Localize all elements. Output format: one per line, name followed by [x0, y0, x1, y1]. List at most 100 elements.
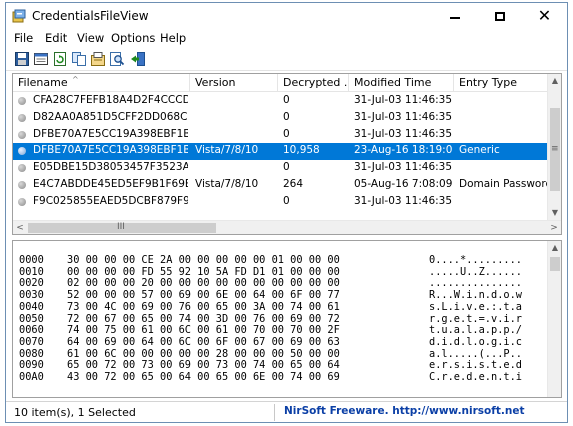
cell-modified-time: 31-Jul-03 11:46:35	[354, 127, 452, 140]
cell-modified-time: 31-Jul-03 11:46:35	[354, 94, 452, 106]
cell-modified-time: 31-Jul-03 11:46:35	[354, 110, 452, 123]
cell-decrypted-size: 0	[283, 161, 290, 174]
app-icon	[12, 9, 26, 23]
column-header-modified-time[interactable]: Modified Time	[349, 74, 454, 92]
cell-modified-time: 05-Aug-16 7:08:09	[354, 178, 452, 190]
table-row[interactable]: DFBE70A7E5CC19A398EBF1B96... Vista/7/8/10…	[13, 143, 549, 161]
column-header-filename[interactable]: Filename ^	[13, 74, 190, 92]
hex-ascii: d.i.d.l.o.g.i.c	[429, 335, 522, 348]
list-horizontal-scrollbar[interactable]: < III >	[13, 220, 561, 234]
cell-filename: DFBE70A7E5CC19A398EBF1B96...	[33, 144, 188, 157]
hex-ascii: 0....*.........	[429, 254, 522, 266]
hex-bytes: 73 00 4C 00 69 00 76 00 65 00 3A 00 74 0…	[67, 300, 340, 313]
hex-ascii: C.r.e.d.e.n.t.i	[429, 371, 522, 383]
scroll-up-arrow-icon[interactable]: ▲	[548, 74, 561, 88]
cell-filename: DFBE70A7E5CC19A398EBF1B96...	[33, 127, 188, 140]
table-row[interactable]: E05DBE15D38053457F3523A375... 0 31-Jul-03 …	[13, 160, 549, 177]
cell-decrypted-size: 0	[283, 110, 290, 123]
refresh-icon[interactable]	[52, 51, 68, 67]
credential-bullet-icon	[18, 147, 26, 156]
column-label-filename: Filename	[18, 76, 68, 89]
hex-line: 0000 30 00 00 00 CE 2A 00 00 00 00 00 01 …	[19, 254, 539, 267]
credential-bullet-icon	[18, 164, 26, 173]
maximize-button[interactable]	[477, 3, 522, 29]
cell-modified-time: 23-Aug-16 18:19:03	[354, 144, 452, 157]
column-header-entry-type[interactable]: Entry Type	[454, 74, 549, 92]
column-header-version[interactable]: Version	[190, 74, 278, 92]
hex-line: 00A0 43 00 72 00 65 00 64 00 65 00 6E 00 …	[19, 371, 539, 384]
maximize-icon	[494, 11, 505, 21]
table-row[interactable]: F9C025855EAED5DCBF879F977... 0 31-Jul-03 1…	[13, 194, 549, 211]
cell-decrypted-size: 264	[283, 178, 304, 190]
horizontal-scroll-grip-icon: III	[117, 222, 125, 232]
menu-help[interactable]: Help	[160, 31, 186, 45]
hex-offset: 0040	[19, 300, 44, 313]
menu-file[interactable]: File	[14, 31, 33, 45]
properties-icon[interactable]	[90, 51, 106, 67]
credential-bullet-icon	[18, 113, 26, 122]
html-report-icon[interactable]	[33, 51, 49, 67]
hex-bytes: 64 00 69 00 64 00 6C 00 6F 00 67 00 69 0…	[67, 335, 340, 348]
scroll-right-arrow-icon[interactable]: >	[547, 221, 561, 234]
cell-filename: E05DBE15D38053457F3523A375...	[33, 161, 188, 174]
table-row[interactable]: E4C7ABDDE45ED5EF9B1F69E69... Vista/7/8/10…	[13, 177, 549, 194]
hex-line: 0040 73 00 4C 00 69 00 76 00 65 00 3A 00 …	[19, 300, 539, 314]
status-item-count: 10 item(s), 1 Selected	[14, 406, 136, 419]
save-icon[interactable]	[14, 51, 30, 67]
cell-filename: E4C7ABDDE45ED5EF9B1F69E69...	[33, 178, 188, 190]
scroll-down-arrow-icon[interactable]: ▼	[548, 206, 561, 220]
credential-bullet-icon	[18, 181, 26, 189]
window-title: CredentialsFileView	[32, 9, 149, 23]
title-bar[interactable]: CredentialsFileView ✕	[6, 3, 567, 29]
hex-scroll-up-arrow-icon[interactable]: ▲	[548, 241, 561, 255]
cell-decrypted-size: 0	[283, 94, 290, 106]
menu-edit[interactable]: Edit	[45, 31, 67, 45]
hex-bytes: 43 00 72 00 65 00 64 00 65 00 6E 00 74 0…	[67, 371, 340, 383]
hex-dump-pane[interactable]: 0000 30 00 00 00 CE 2A 00 00 00 00 00 01 …	[12, 240, 562, 398]
sort-ascending-icon: ^	[72, 75, 79, 84]
menu-view[interactable]: View	[77, 31, 104, 45]
status-bar: 10 item(s), 1 Selected NirSoft Freeware.…	[6, 401, 567, 422]
hex-offset: 00A0	[19, 371, 44, 383]
cell-decrypted-size: 0	[283, 127, 290, 140]
exit-icon[interactable]	[130, 51, 146, 67]
hex-line: 0070 64 00 69 00 64 00 6C 00 6F 00 67 00 …	[19, 335, 539, 349]
app-window: CredentialsFileView ✕ File Edit View Opt…	[5, 2, 568, 423]
column-header-decrypted-size[interactable]: Decrypted ...	[278, 74, 349, 92]
scroll-grip-icon: ≡	[551, 144, 559, 154]
list-vertical-scrollbar[interactable]: ▲ ≡ ▼	[547, 74, 561, 220]
hex-scroll-thumb[interactable]	[550, 257, 560, 271]
credentials-list[interactable]: Filename ^ Version Decrypted ... Modifie…	[12, 73, 562, 235]
status-divider	[274, 404, 275, 421]
cell-modified-time: 31-Jul-03 11:46:35	[354, 194, 452, 207]
cell-decrypted-size: 10,958	[283, 144, 320, 157]
hex-ascii: s.L.i.v.e.:.t.a	[429, 300, 522, 313]
credential-bullet-icon	[18, 197, 26, 206]
credential-bullet-icon	[18, 97, 26, 105]
nirsoft-link[interactable]: NirSoft Freeware. http://www.nirsoft.net	[284, 405, 524, 417]
close-button[interactable]: ✕	[522, 3, 567, 29]
hex-vertical-scrollbar[interactable]: ▲	[547, 241, 561, 397]
hex-offset: 0070	[19, 335, 44, 348]
toolbar	[6, 47, 567, 71]
table-row[interactable]: CFA28C7FEFB18A4D2F4CCCD8... 0 31-Jul-03 11…	[13, 93, 549, 110]
hex-offset: 0000	[19, 254, 44, 266]
cell-filename: D82AA0A851D5CFF2DD068C73...	[33, 110, 188, 123]
cell-entry-type: Generic	[459, 144, 500, 157]
copy-icon[interactable]	[71, 51, 87, 67]
scroll-left-arrow-icon[interactable]: <	[13, 221, 27, 234]
cell-entry-type: Domain Password	[459, 178, 549, 190]
menu-options[interactable]: Options	[111, 31, 155, 45]
table-row[interactable]: D82AA0A851D5CFF2DD068C73... 0 31-Jul-03 11…	[13, 110, 549, 127]
cell-version: Vista/7/8/10	[195, 144, 259, 157]
menu-bar: File Edit View Options Help	[6, 29, 567, 47]
minimize-button[interactable]	[432, 3, 477, 29]
close-icon: ✕	[537, 6, 552, 25]
credential-bullet-icon	[18, 130, 26, 139]
cell-version: Vista/7/8/10	[195, 178, 259, 190]
hex-bytes: 30 00 00 00 CE 2A 00 00 00 00 00 01 00 0…	[67, 254, 340, 266]
table-row[interactable]: DFBE70A7E5CC19A398EBF1B96... 0 31-Jul-03 1…	[13, 127, 549, 144]
search-icon[interactable]	[109, 51, 125, 67]
cell-decrypted-size: 0	[283, 194, 290, 207]
cell-modified-time: 31-Jul-03 11:46:35	[354, 161, 452, 174]
